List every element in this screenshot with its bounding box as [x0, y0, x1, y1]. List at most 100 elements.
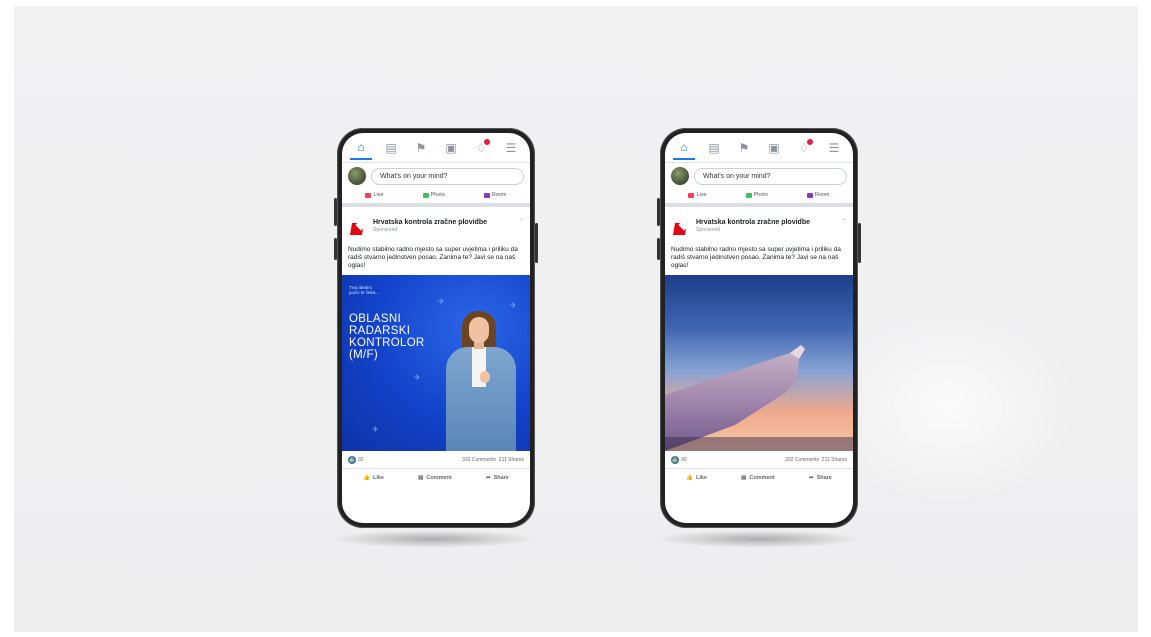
page-logo[interactable]	[348, 219, 368, 239]
page-logo[interactable]	[671, 219, 691, 239]
ad-headline-line: (M/F)	[349, 348, 378, 361]
airplane-wing-illustration	[665, 344, 853, 451]
room-button[interactable]: Room	[806, 192, 830, 198]
live-label: Live	[373, 192, 384, 198]
airplane-wing-image[interactable]	[665, 274, 853, 451]
ad-headline-line: KONTROLOR	[349, 336, 425, 349]
notification-badge	[807, 139, 813, 145]
post-header: Hrvatska kontrola zračne plovidbe Sponso…	[665, 207, 853, 243]
post-actions: 👍 Like ▤ Comment ➦ Share	[342, 469, 530, 487]
ad-headline-line: RADARSKI	[349, 324, 411, 337]
comment-button[interactable]: ▤ Comment	[741, 475, 775, 481]
share-count[interactable]: 211 Shares	[822, 457, 847, 463]
avatar[interactable]	[671, 167, 689, 185]
share-label: Share	[816, 474, 832, 481]
live-button[interactable]: Live	[688, 192, 707, 198]
comment-icon: ▤	[741, 474, 747, 481]
comment-share-counts: 332 Comments 211 Shares	[785, 457, 847, 463]
whats-on-your-mind-input[interactable]: What's on your mind?	[371, 167, 524, 185]
news-icon[interactable]: ▣	[763, 138, 785, 160]
photo-icon	[422, 192, 429, 198]
flag-icon[interactable]: ⚑	[733, 138, 755, 160]
page-name[interactable]: Hrvatska kontrola zračne plovidbe	[373, 219, 487, 227]
post-actions: 👍 Like ▤ Comment ➦ Share	[665, 469, 853, 487]
share-label: Share	[493, 474, 509, 481]
thumbs-up-icon: 👍	[686, 474, 693, 481]
sponsored-label: Sponsored	[373, 227, 398, 233]
like-label: Like	[695, 474, 707, 481]
avatar[interactable]	[348, 167, 366, 185]
ad-tagline: Tvoj idealni poziv te čeka...	[349, 285, 379, 296]
sponsored-label: Sponsored	[696, 227, 721, 233]
woman-photo	[442, 301, 522, 451]
room-icon	[806, 192, 813, 198]
phone-shadow	[328, 530, 538, 548]
share-button[interactable]: ➦ Share	[486, 475, 509, 481]
phone-mockup-left: ⌂ ▤ ⚑ ▣ ♢ ☰ What's on your mind? Live Ph…	[334, 128, 538, 528]
thumbs-up-icon: 👍	[363, 474, 370, 481]
job-ad-image[interactable]: Tvoj idealni poziv te čeka... OBLASNI RA…	[342, 274, 530, 451]
airplane-icon: ✈	[414, 372, 421, 382]
live-icon	[365, 192, 372, 198]
flag-icon[interactable]: ⚑	[410, 138, 432, 160]
live-button[interactable]: Live	[365, 192, 384, 198]
facebook-navbar: ⌂ ▤ ⚑ ▣ ♢ ☰	[342, 133, 530, 163]
share-count[interactable]: 211 Shares	[499, 457, 524, 463]
comment-icon: ▤	[418, 474, 424, 481]
share-button[interactable]: ➦ Share	[809, 475, 832, 481]
phone-screen: ⌂ ▤ ⚑ ▣ ♢ ☰ What's on your mind? Live Ph…	[665, 133, 853, 523]
more-options-icon[interactable]: ⌄	[842, 215, 847, 222]
mockup-background	[14, 6, 1138, 632]
marketplace-icon[interactable]: ▤	[380, 138, 402, 160]
like-badge-icon: 👍	[671, 455, 679, 464]
whats-on-your-mind-input[interactable]: What's on your mind?	[694, 167, 847, 185]
page-name[interactable]: Hrvatska kontrola zračne plovidbe	[696, 219, 810, 227]
live-icon	[688, 192, 695, 198]
comment-button[interactable]: ▤ Comment	[418, 475, 452, 481]
post-text: Nudimo stabilno radno mjesto sa super uv…	[348, 246, 518, 270]
photo-button[interactable]: Photo	[422, 192, 445, 198]
comment-count[interactable]: 332 Comments	[785, 457, 819, 463]
like-button[interactable]: 👍 Like	[363, 475, 384, 481]
like-count[interactable]: 👍 30	[671, 455, 687, 464]
comment-share-counts: 332 Comments 211 Shares	[462, 457, 524, 463]
menu-icon[interactable]: ☰	[823, 138, 845, 160]
room-button[interactable]: Room	[483, 192, 507, 198]
room-label: Room	[814, 192, 830, 198]
photo-button[interactable]: Photo	[745, 192, 768, 198]
post-composer: What's on your mind?	[342, 163, 530, 189]
post-text: Nudimo stabilno radno mjesto sa super uv…	[671, 246, 841, 270]
like-button[interactable]: 👍 Like	[686, 475, 707, 481]
news-icon[interactable]: ▣	[440, 138, 462, 160]
photo-icon	[745, 192, 752, 198]
notifications-icon[interactable]: ♢	[470, 138, 492, 160]
more-options-icon[interactable]: ⌄	[519, 215, 524, 222]
composer-actions: Live Photo Room	[665, 189, 853, 207]
home-icon[interactable]: ⌂	[350, 138, 372, 160]
post-header: Hrvatska kontrola zračne plovidbe Sponso…	[342, 207, 530, 243]
notification-badge	[484, 139, 490, 145]
ad-headline: OBLASNI RADARSKI KONTROLOR (M/F)	[349, 313, 425, 361]
menu-icon[interactable]: ☰	[500, 138, 522, 160]
like-count[interactable]: 👍 30	[348, 455, 364, 464]
post-stats: 👍 30 332 Comments 211 Shares	[342, 451, 530, 469]
phone-mockup-right: ⌂ ▤ ⚑ ▣ ♢ ☰ What's on your mind? Live Ph…	[657, 128, 861, 528]
notifications-icon[interactable]: ♢	[793, 138, 815, 160]
room-icon	[483, 192, 490, 198]
home-icon[interactable]: ⌂	[673, 138, 695, 160]
comment-count[interactable]: 332 Comments	[462, 457, 496, 463]
phone-shadow	[654, 530, 864, 548]
room-label: Room	[491, 192, 507, 198]
share-icon: ➦	[808, 474, 814, 481]
marketplace-icon[interactable]: ▤	[703, 138, 725, 160]
airplane-icon: ✈	[372, 424, 379, 434]
post-composer: What's on your mind?	[665, 163, 853, 189]
share-icon: ➦	[485, 474, 491, 481]
phone-side-button	[657, 238, 660, 260]
comment-label: Comment	[749, 474, 775, 481]
ad-tagline-line: poziv te čeka...	[349, 290, 380, 296]
phone-side-button	[334, 238, 337, 260]
composer-actions: Live Photo Room	[342, 189, 530, 207]
facebook-navbar: ⌂ ▤ ⚑ ▣ ♢ ☰	[665, 133, 853, 163]
phone-screen: ⌂ ▤ ⚑ ▣ ♢ ☰ What's on your mind? Live Ph…	[342, 133, 530, 523]
